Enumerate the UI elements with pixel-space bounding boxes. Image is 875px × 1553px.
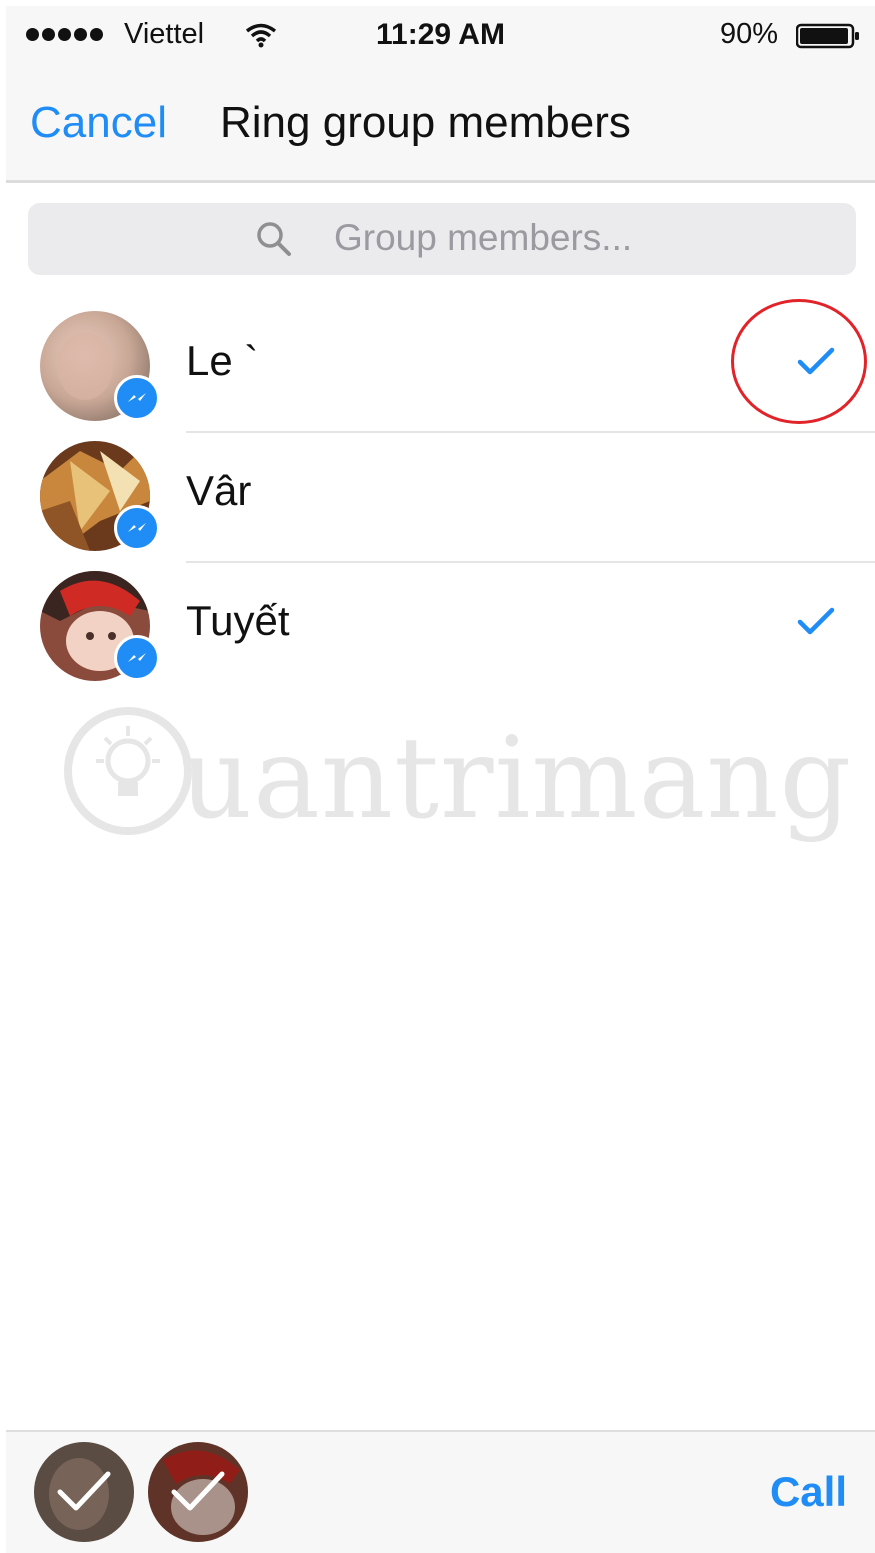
navigation-bar: Cancel Ring group members: [6, 66, 875, 183]
member-name: Vâr: [186, 467, 252, 514]
bottom-bar: Call: [6, 1430, 875, 1553]
messenger-badge-icon: [114, 635, 160, 681]
checkmark-icon: [57, 1471, 111, 1511]
checkmark-icon: [797, 607, 835, 635]
member-name: Tuyết: [186, 597, 290, 644]
highlight-circle-annotation: [731, 299, 867, 424]
watermark-text: uantrimang: [180, 714, 853, 844]
status-bar: Viettel 11:29 AM 90%: [6, 6, 875, 66]
page-title: Ring group members: [220, 98, 631, 147]
messenger-badge-icon: [114, 375, 160, 421]
checkmark-icon: [171, 1471, 225, 1511]
app-screen: Viettel 11:29 AM 90% Cancel Ring group m…: [6, 6, 875, 1553]
member-row[interactable]: Vâr: [6, 433, 875, 563]
member-row[interactable]: Tuyết: [6, 563, 875, 693]
watermark: uantrimang: [58, 696, 851, 846]
member-name: Le `: [186, 337, 259, 384]
lightbulb-logo-icon: [64, 707, 192, 835]
battery-percentage: 90%: [720, 18, 779, 50]
search-placeholder: Group members...: [334, 217, 633, 258]
cancel-button[interactable]: Cancel: [30, 98, 167, 148]
battery-icon: [796, 23, 859, 49]
call-button[interactable]: Call: [770, 1468, 847, 1516]
selected-member-avatar[interactable]: [148, 1442, 248, 1542]
messenger-badge-icon: [114, 505, 160, 551]
selected-member-avatar[interactable]: [34, 1442, 134, 1542]
search-input[interactable]: Group members...: [28, 203, 856, 275]
search-icon: [257, 222, 291, 256]
